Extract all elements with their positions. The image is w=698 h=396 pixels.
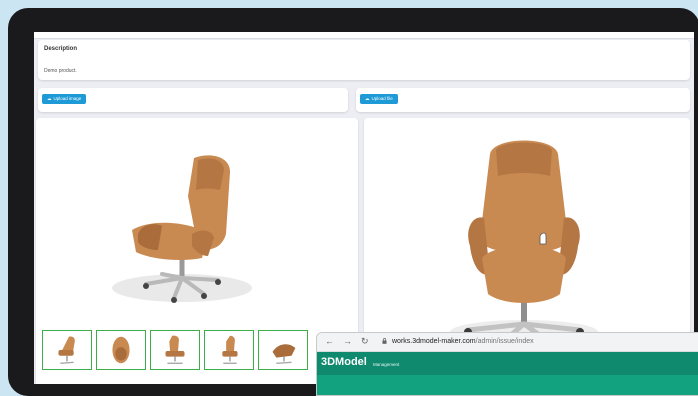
office-chair-image xyxy=(112,155,252,303)
upload-file-label: Upload file xyxy=(371,96,393,101)
chair-thumbnail-icon xyxy=(58,336,75,365)
chair-thumbnail-icon xyxy=(222,335,238,365)
app-subtitle: Management xyxy=(373,362,400,367)
url-host: works.3dmodel-maker.com xyxy=(392,338,476,345)
app-title: 3DModel xyxy=(321,356,367,368)
description-card: Description Demo product. xyxy=(38,40,690,80)
hand-cursor-icon xyxy=(539,232,547,245)
upload-image-label: Upload image xyxy=(53,96,82,101)
chair-thumbnail-icon xyxy=(165,335,185,365)
cloud-upload-icon: ☁ xyxy=(47,96,52,101)
address-bar[interactable]: works.3dmodel-maker.com/admin/issue/inde… xyxy=(392,338,534,345)
thumbnail-2[interactable] xyxy=(96,330,146,370)
main-product-image[interactable] xyxy=(42,138,310,316)
browser-toolbar: ← → ↻ works.3dmodel-maker.com/admin/issu… xyxy=(317,333,698,352)
forward-arrow-icon[interactable]: → xyxy=(343,336,352,346)
upload-file-button[interactable]: ☁ Upload file xyxy=(360,94,398,104)
thumbnail-4[interactable] xyxy=(204,330,254,370)
upload-image-button[interactable]: ☁ Upload image xyxy=(42,94,87,104)
chair-thumbnail-icon xyxy=(112,336,130,364)
top-strip xyxy=(34,32,694,39)
app-header: 3DModel Management xyxy=(317,352,698,375)
back-arrow-icon[interactable]: ← xyxy=(325,336,334,346)
reload-icon[interactable]: ↻ xyxy=(361,336,369,347)
browser-window: ← → ↻ works.3dmodel-maker.com/admin/issu… xyxy=(316,332,698,396)
upload-image-card: ☁ Upload image xyxy=(38,88,348,112)
upload-file-card: ☁ Upload file xyxy=(356,88,690,112)
thumbnail-5[interactable] xyxy=(258,330,308,370)
description-title: Description xyxy=(44,46,78,52)
image-panel xyxy=(36,118,358,384)
chair-thumbnail-icon xyxy=(272,344,296,365)
description-text: Demo product. xyxy=(44,68,77,74)
thumbnail-3[interactable] xyxy=(150,330,200,370)
url-path: /admin/issue/index xyxy=(475,338,534,345)
cloud-upload-icon: ☁ xyxy=(365,96,370,101)
lock-icon xyxy=(382,338,387,344)
thumbnail-1[interactable] xyxy=(42,330,92,370)
app-band xyxy=(317,375,698,395)
